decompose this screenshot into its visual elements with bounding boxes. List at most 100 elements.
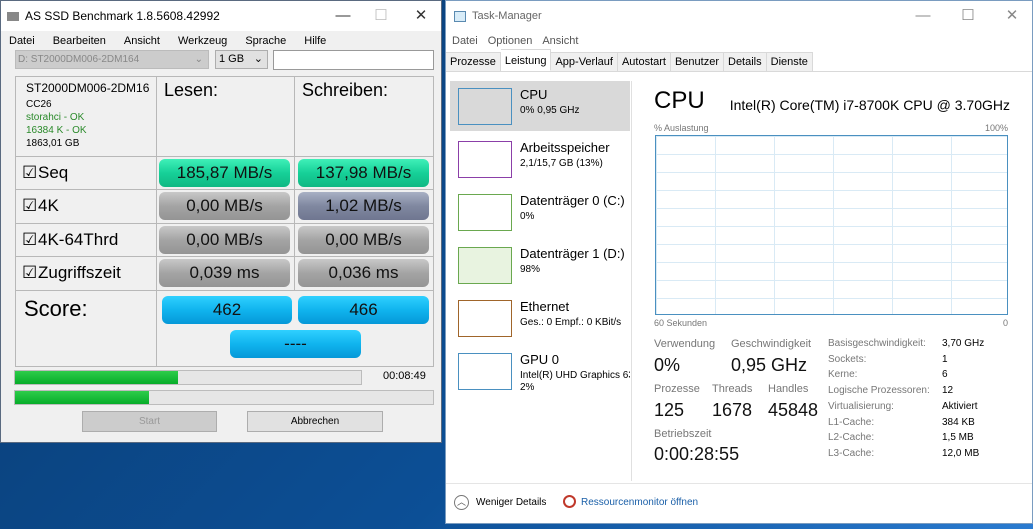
side-item-sub: 98%: [520, 264, 541, 275]
spec-label: Basisgeschwindigkeit:: [828, 338, 926, 349]
mini-graph: [458, 141, 512, 178]
size-select-value: 1 GB: [219, 53, 245, 65]
side-item-sub: Intel(R) UHD Graphics 630: [520, 370, 630, 381]
menu-optionen[interactable]: Optionen: [488, 35, 533, 47]
resource-monitor-link[interactable]: Ressourcenmonitor öffnen: [581, 497, 698, 508]
tab-benutzer[interactable]: Benutzer: [670, 52, 724, 71]
maximize-button[interactable]: ☐: [359, 1, 403, 31]
read-header: Lesen:: [164, 80, 219, 100]
size-select[interactable]: 1 GB ⌄: [215, 50, 268, 69]
read-result: 0,00 MB/s: [159, 226, 290, 254]
score-label: Score:: [24, 296, 88, 321]
handles-label: Handles: [768, 383, 809, 395]
mini-graph: [458, 300, 512, 337]
side-item[interactable]: GPU 0 Intel(R) UHD Graphics 630 2%: [450, 346, 630, 396]
app-icon: [7, 11, 19, 21]
tab-dienste[interactable]: Dienste: [766, 52, 813, 71]
side-item-name: Ethernet: [520, 299, 570, 314]
progress-fill: [15, 391, 149, 404]
menu-datei[interactable]: Datei: [9, 35, 35, 47]
window-title: Task-Manager: [472, 10, 542, 22]
tab-app-verlauf[interactable]: App-Verlauf: [551, 52, 618, 71]
spec-label: Logische Prozessoren:: [828, 385, 930, 397]
spec-label: Sockets:: [828, 353, 867, 365]
side-item[interactable]: CPU 0% 0,95 GHz: [450, 81, 630, 131]
start-button[interactable]: Start: [82, 411, 217, 432]
write-result: 137,98 MB/s: [298, 159, 429, 187]
tab-prozesse[interactable]: Prozesse: [446, 52, 501, 71]
window-title: AS SSD Benchmark 1.8.5608.42992: [25, 9, 220, 23]
task-manager-window: Task-Manager — ☐ ✕ Datei Optionen Ansich…: [445, 0, 1033, 524]
tab-leistung[interactable]: Leistung: [500, 49, 552, 71]
graph-y-max: 100%: [984, 123, 1008, 133]
test-checkbox[interactable]: ☑: [22, 163, 37, 183]
write-result: 1,02 MB/s: [298, 192, 429, 220]
cancel-button[interactable]: Abbrechen: [247, 411, 383, 432]
fewer-details-link[interactable]: Weniger Details: [476, 497, 546, 508]
drive-select[interactable]: D: ST2000DM006-2DM164 ⌄: [15, 50, 209, 69]
mini-graph: [458, 247, 512, 284]
test-label: Zugriffszeit: [38, 263, 121, 282]
write-header-cell: Schreiben:: [294, 76, 434, 157]
menu-bearbeiten[interactable]: Bearbeiten: [53, 35, 106, 47]
chevron-down-icon: ⌄: [194, 54, 203, 65]
as-ssd-window: AS SSD Benchmark 1.8.5608.42992 — ☐ ✕ Da…: [0, 0, 442, 443]
close-button[interactable]: ✕: [399, 1, 443, 31]
spec-value: 6: [942, 369, 948, 381]
drive-model: ST2000DM006-2DM16: [26, 81, 150, 95]
speed-label: Geschwindigkeit: [731, 338, 812, 350]
minimize-button[interactable]: —: [901, 1, 945, 31]
menu-datei[interactable]: Datei: [452, 35, 478, 47]
mini-graph: [458, 353, 512, 390]
maximize-button[interactable]: ☐: [946, 1, 990, 31]
progress-bar-total: [14, 390, 434, 405]
chevron-up-icon[interactable]: ︿: [454, 495, 469, 510]
graph-y-label: % Auslastung: [654, 123, 709, 133]
spec-label: L2-Cache:: [828, 432, 875, 444]
side-item-name: Datenträger 0 (C:): [520, 193, 625, 208]
spec-label: Virtualisierung:: [828, 400, 894, 412]
mini-graph: [458, 88, 512, 125]
processes-value: 125: [654, 400, 685, 420]
menu-ansicht[interactable]: Ansicht: [124, 35, 160, 47]
side-item[interactable]: Ethernet Ges.: 0 Empf.: 0 KBit/s: [450, 293, 630, 343]
test-checkbox[interactable]: ☑: [22, 263, 37, 283]
row-label-cell: ☑ Zugriffszeit: [15, 256, 157, 291]
menu-hilfe[interactable]: Hilfe: [304, 35, 326, 47]
drive-firmware: CC26: [26, 99, 52, 110]
side-item-sub: 2,1/15,7 GB (13%): [520, 158, 603, 169]
side-item[interactable]: Datenträger 1 (D:) 98%: [450, 240, 630, 290]
total-score: ----: [230, 330, 361, 358]
test-checkbox[interactable]: ☑: [22, 230, 37, 250]
alignment-status: 16384 K - OK: [26, 125, 87, 136]
row-label-cell: ☑ 4K-64Thrd: [15, 223, 157, 258]
side-item-sub: 0% 0,95 GHz: [520, 105, 580, 116]
menu-ansicht[interactable]: Ansicht: [542, 35, 578, 47]
uptime-label: Betriebszeit: [654, 428, 712, 440]
usage-value: 0%: [654, 355, 681, 375]
side-item[interactable]: Arbeitsspeicher 2,1/15,7 GB (13%): [450, 134, 630, 184]
test-checkbox[interactable]: ☑: [22, 196, 37, 216]
progress-bar-current: [14, 370, 362, 385]
menu-bar: Datei Optionen Ansicht: [446, 31, 596, 51]
side-item-sub2: 2%: [520, 382, 535, 393]
threads-label: Threads: [712, 383, 753, 395]
side-item[interactable]: Datenträger 0 (C:) 0%: [450, 187, 630, 237]
cpu-name: Intel(R) Core(TM) i7-8700K CPU @ 3.70GHz: [729, 97, 1010, 113]
read-score: 462: [162, 296, 292, 324]
text-field[interactable]: [273, 50, 434, 70]
tab-autostart[interactable]: Autostart: [617, 52, 671, 71]
menu-sprache[interactable]: Sprache: [245, 35, 286, 47]
mini-graph: [458, 194, 512, 231]
row-label-cell: ☑ 4K: [15, 189, 157, 224]
divider: [631, 81, 632, 481]
test-label: 4K: [38, 196, 59, 215]
menu-werkzeug[interactable]: Werkzeug: [178, 35, 227, 47]
close-button[interactable]: ✕: [990, 1, 1033, 31]
tab-details[interactable]: Details: [724, 52, 767, 71]
spec-label: L1-Cache:: [828, 416, 875, 428]
graph-x-min: 0: [1002, 318, 1008, 328]
driver-status: storahci - OK: [26, 112, 85, 123]
spec-label: L3-Cache:: [828, 447, 875, 459]
write-header: Schreiben:: [302, 80, 389, 100]
